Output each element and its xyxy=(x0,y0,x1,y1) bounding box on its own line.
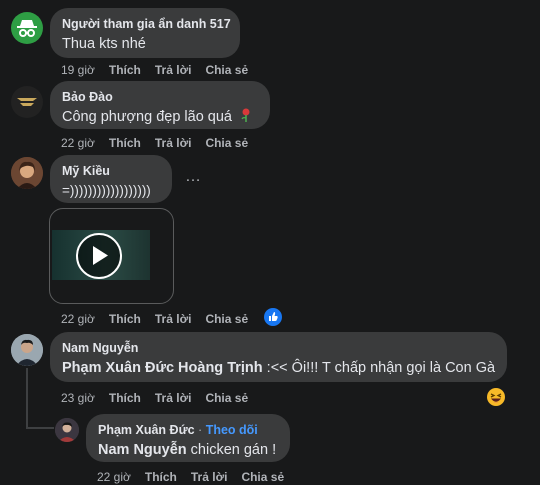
like-button[interactable]: Thích xyxy=(145,470,177,484)
like-reaction-badge[interactable] xyxy=(264,308,282,326)
reply-button[interactable]: Trả lời xyxy=(155,391,192,405)
laughing-emoji-icon xyxy=(490,393,502,403)
share-button[interactable]: Chia sẻ xyxy=(205,391,248,405)
comment-actions: 22 giờ Thích Trả lời Chia sẻ xyxy=(61,311,262,327)
comment-author[interactable]: Mỹ Kiều xyxy=(62,163,160,179)
comment-text: Công phượng đẹp lão quá xyxy=(62,107,258,127)
rose-emoji-icon xyxy=(241,108,250,122)
comment-text-content: Công phượng đẹp lão quá xyxy=(62,109,232,125)
haha-reaction-badge[interactable] xyxy=(487,388,505,406)
comment-actions: 22 giờ Thích Trả lời Chia sẻ xyxy=(61,135,262,151)
share-button[interactable]: Chia sẻ xyxy=(205,63,248,77)
reply-button[interactable]: Trả lời xyxy=(191,470,228,484)
comment-time[interactable]: 22 giờ xyxy=(97,470,131,484)
avatar-my-kieu[interactable] xyxy=(11,157,43,189)
follow-button[interactable]: Theo dõi xyxy=(206,423,258,437)
comment-bubble: Bảo Đào Công phượng đẹp lão quá xyxy=(50,81,270,129)
comment-time[interactable]: 22 giờ xyxy=(61,312,95,326)
thread-line xyxy=(26,368,28,429)
reply-button[interactable]: Trả lời xyxy=(155,136,192,150)
comment-author[interactable]: Nam Nguyễn xyxy=(62,340,495,356)
share-button[interactable]: Chia sẻ xyxy=(205,312,248,326)
like-button[interactable]: Thích xyxy=(109,312,141,326)
comment-text-content: chicken gán ! xyxy=(186,442,277,458)
comment-text: Phạm Xuân Đức Hoàng Trịnh :<< Ôi!!! T ch… xyxy=(62,358,495,378)
video-play-button[interactable] xyxy=(76,233,122,279)
profile-photo-icon xyxy=(11,334,43,366)
comment-time[interactable]: 23 giờ xyxy=(61,391,95,405)
share-button[interactable]: Chia sẻ xyxy=(241,470,284,484)
thread-line-branch xyxy=(26,427,54,429)
video-attachment[interactable] xyxy=(49,208,174,304)
comment-author-line: Phạm Xuân Đức · Theo dõi xyxy=(98,422,278,438)
comment-bubble: Mỹ Kiều =)))))))))))))))))) xyxy=(50,155,172,203)
comment-time[interactable]: 22 giờ xyxy=(61,136,95,150)
comment-bubble: Nam Nguyễn Phạm Xuân Đức Hoàng Trịnh :<<… xyxy=(50,332,507,382)
comment-text: Thua kts nhé xyxy=(62,36,146,52)
comment-text: Nam Nguyễn chicken gán ! xyxy=(98,440,278,460)
comment-author[interactable]: Phạm Xuân Đức xyxy=(98,423,195,437)
comment-actions: 22 giờ Thích Trả lời Chia sẻ xyxy=(97,469,298,485)
reply-button[interactable]: Trả lời xyxy=(155,63,192,77)
avatar-bao-dao[interactable] xyxy=(11,86,43,118)
profile-photo-icon xyxy=(11,157,43,189)
comment-text-content: :<< Ôi!!! T chấp nhận gọi là Con Gà xyxy=(262,360,496,376)
mention-link[interactable]: Phạm Xuân Đức Hoàng Trịnh xyxy=(62,360,263,376)
like-button[interactable]: Thích xyxy=(109,63,141,77)
like-button[interactable]: Thích xyxy=(109,391,141,405)
comment-author[interactable]: Người tham gia ẩn danh 517 xyxy=(62,16,231,32)
comment-actions: 23 giờ Thích Trả lời Chia sẻ xyxy=(61,390,262,406)
incognito-icon xyxy=(17,20,37,37)
comment-bubble: Người tham gia ẩn danh 517 Thua kts nhé xyxy=(50,8,240,58)
reply-button[interactable]: Trả lời xyxy=(155,312,192,326)
brand-logo-icon xyxy=(17,98,37,106)
comment-time[interactable]: 19 giờ xyxy=(61,63,95,77)
mention-link[interactable]: Nam Nguyễn xyxy=(98,442,187,458)
like-button[interactable]: Thích xyxy=(109,136,141,150)
comment-bubble: Phạm Xuân Đức · Theo dõi Nam Nguyễn chic… xyxy=(86,414,290,462)
profile-photo-icon xyxy=(55,418,79,442)
comment-author[interactable]: Bảo Đào xyxy=(62,89,258,105)
share-button[interactable]: Chia sẻ xyxy=(205,136,248,150)
more-options-button[interactable]: … xyxy=(185,168,201,186)
comment-text: =)))))))))))))))))) xyxy=(62,183,151,198)
avatar-pham-xuan-duc[interactable] xyxy=(55,418,79,442)
play-icon xyxy=(93,246,108,265)
avatar-anonymous[interactable] xyxy=(11,12,43,44)
avatar-nam-nguyen[interactable] xyxy=(11,334,43,366)
thumbs-up-icon xyxy=(269,312,278,321)
comment-actions: 19 giờ Thích Trả lời Chia sẻ xyxy=(61,62,262,78)
author-separator: · xyxy=(194,423,206,437)
